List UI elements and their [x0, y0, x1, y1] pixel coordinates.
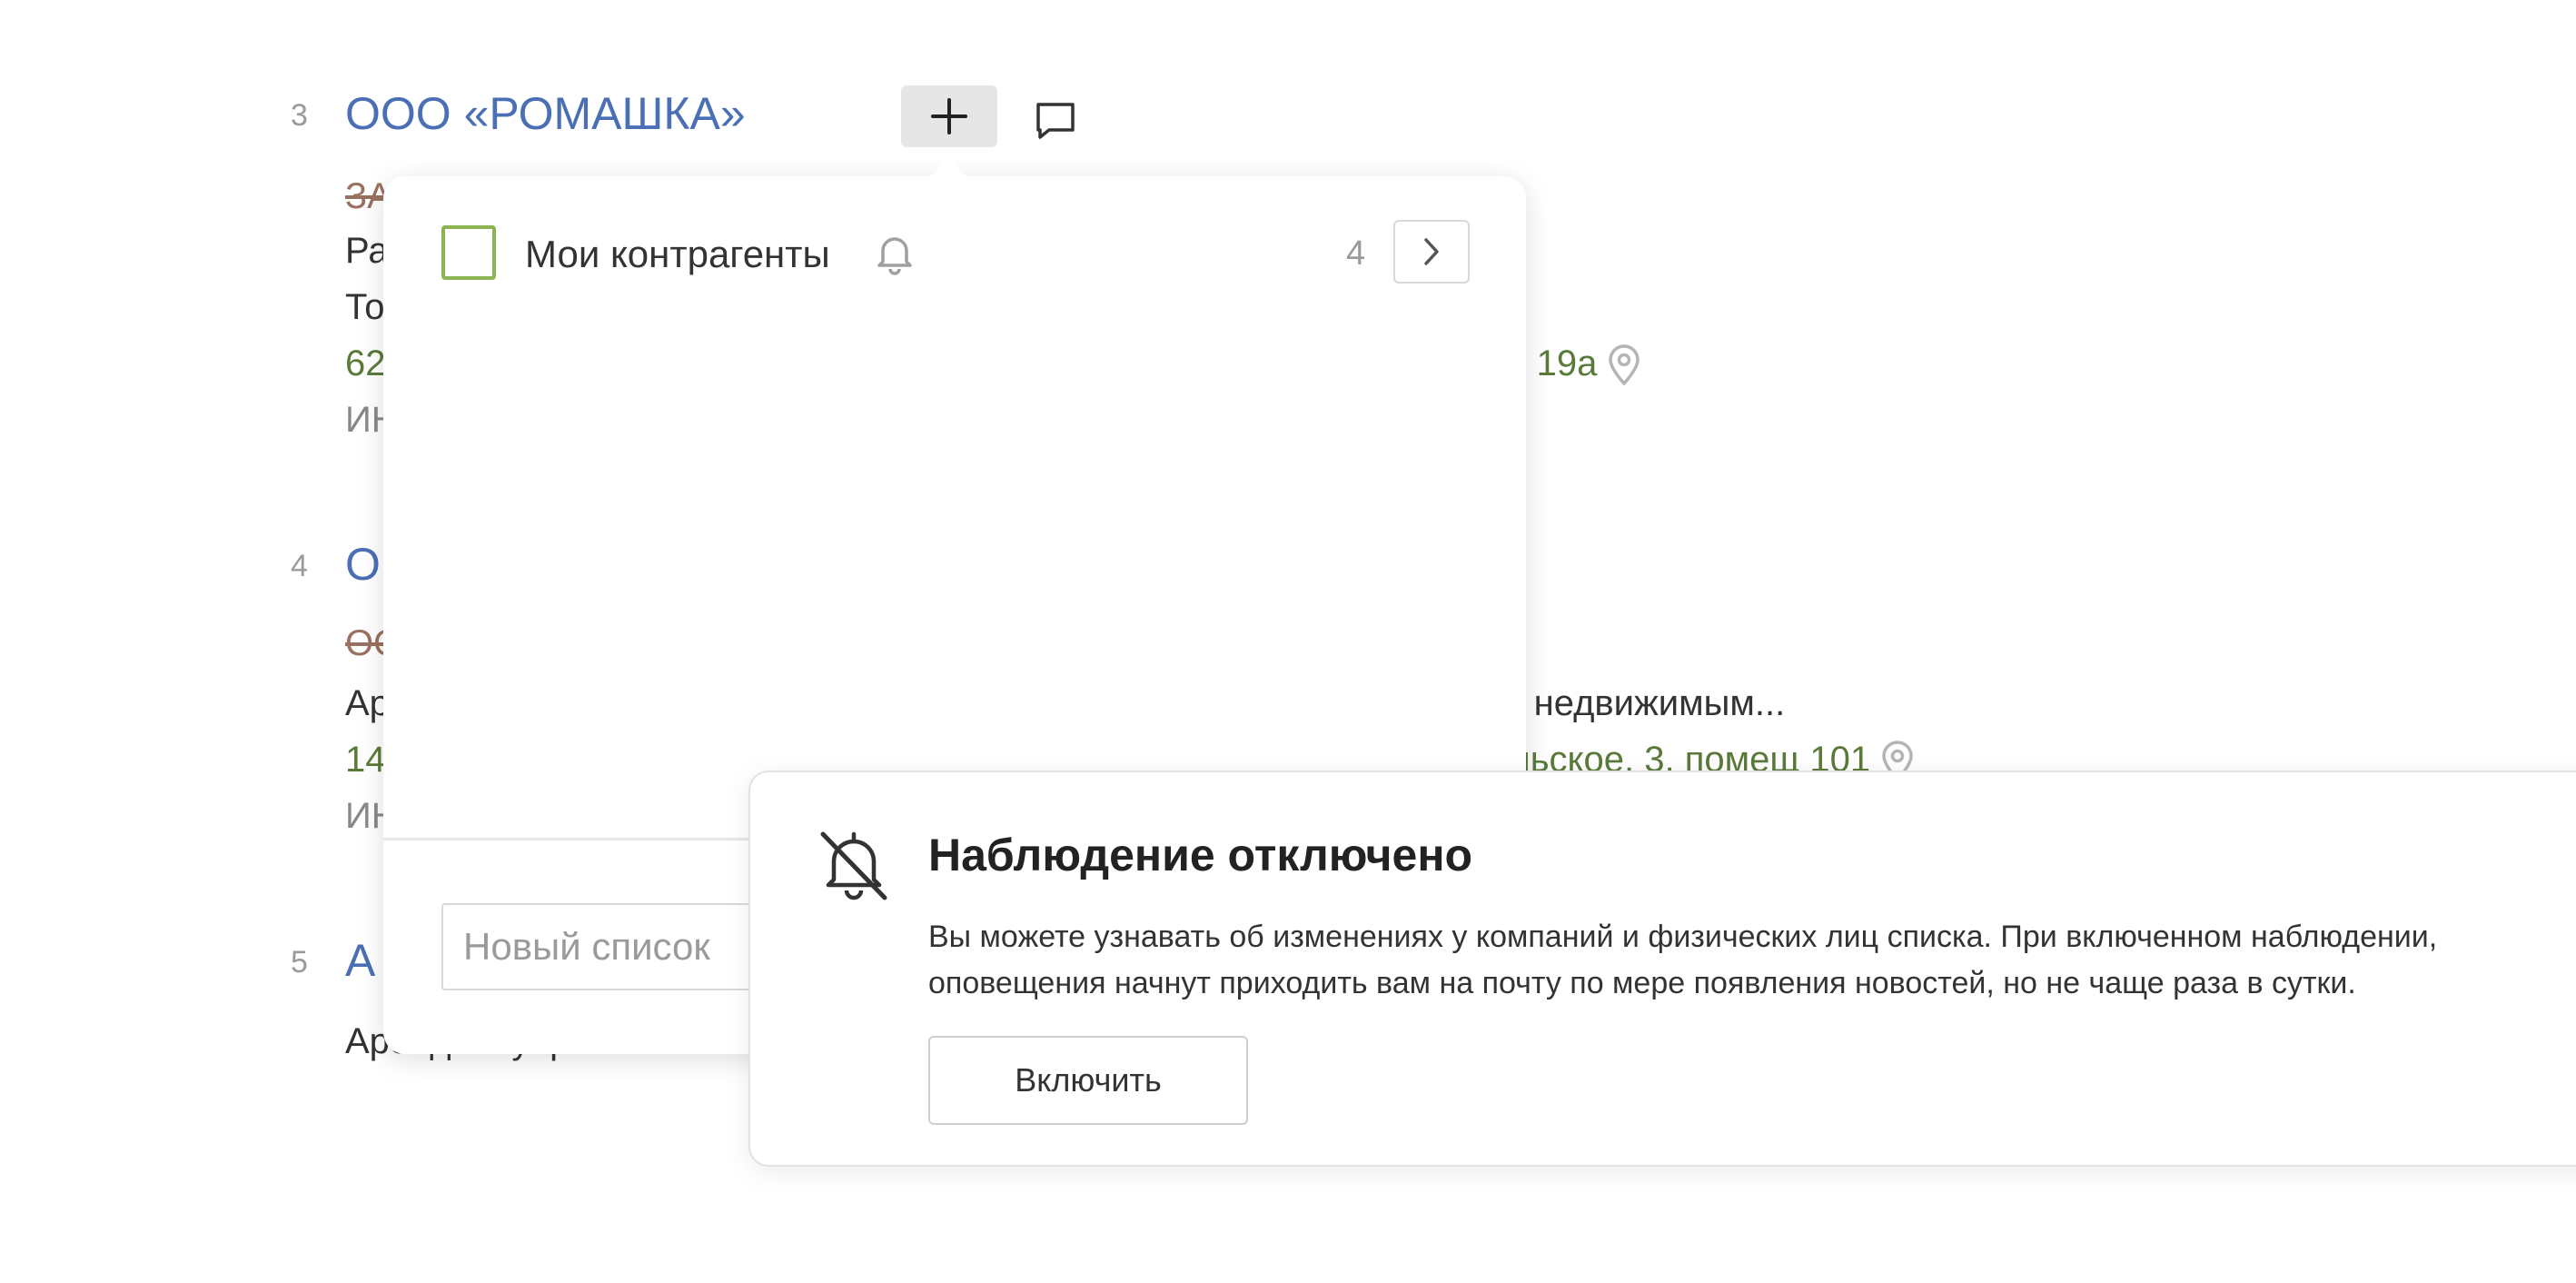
result-address-start: 14: [345, 740, 386, 780]
watch-disabled-notice: Наблюдение отключено Вы можете узнавать …: [748, 771, 2576, 1167]
bell-icon: [877, 237, 912, 275]
list-item[interactable]: Мои контрагенты 4: [441, 220, 1471, 287]
open-list-button[interactable]: [1393, 220, 1470, 283]
comment-button[interactable]: [1030, 94, 1081, 145]
result-director: То: [345, 287, 385, 327]
result-company-link[interactable]: О: [345, 538, 381, 591]
plus-icon: [931, 98, 967, 134]
result-company-link[interactable]: ООО «РОМАШКА»: [345, 87, 746, 140]
result-activity-end: м недвижимым...: [1499, 683, 1786, 723]
result-number: 5: [291, 945, 308, 980]
notice-title: Наблюдение отключено: [928, 830, 1473, 880]
result-address-start: 62: [345, 343, 386, 383]
result-number: 4: [291, 549, 308, 583]
map-pin-icon: [1609, 344, 1640, 386]
result-number: 3: [291, 98, 308, 133]
comment-icon: [1036, 103, 1075, 139]
list-checkbox[interactable]: [441, 225, 496, 280]
result-activity: Ра: [345, 231, 389, 271]
list-count: 4: [1346, 234, 1366, 273]
notice-text: Вы можете узнавать об изменениях у компа…: [928, 920, 2438, 1000]
bell-off-icon: [817, 827, 890, 908]
chevron-right-icon: [1424, 238, 1439, 265]
result-company-link[interactable]: А: [345, 934, 375, 987]
enable-watch-button[interactable]: Включить: [928, 1036, 1248, 1125]
popup-arrow: [930, 158, 966, 194]
list-name: Мои контрагенты: [525, 233, 830, 275]
add-to-list-button[interactable]: [901, 85, 997, 147]
watch-toggle[interactable]: [872, 231, 917, 281]
